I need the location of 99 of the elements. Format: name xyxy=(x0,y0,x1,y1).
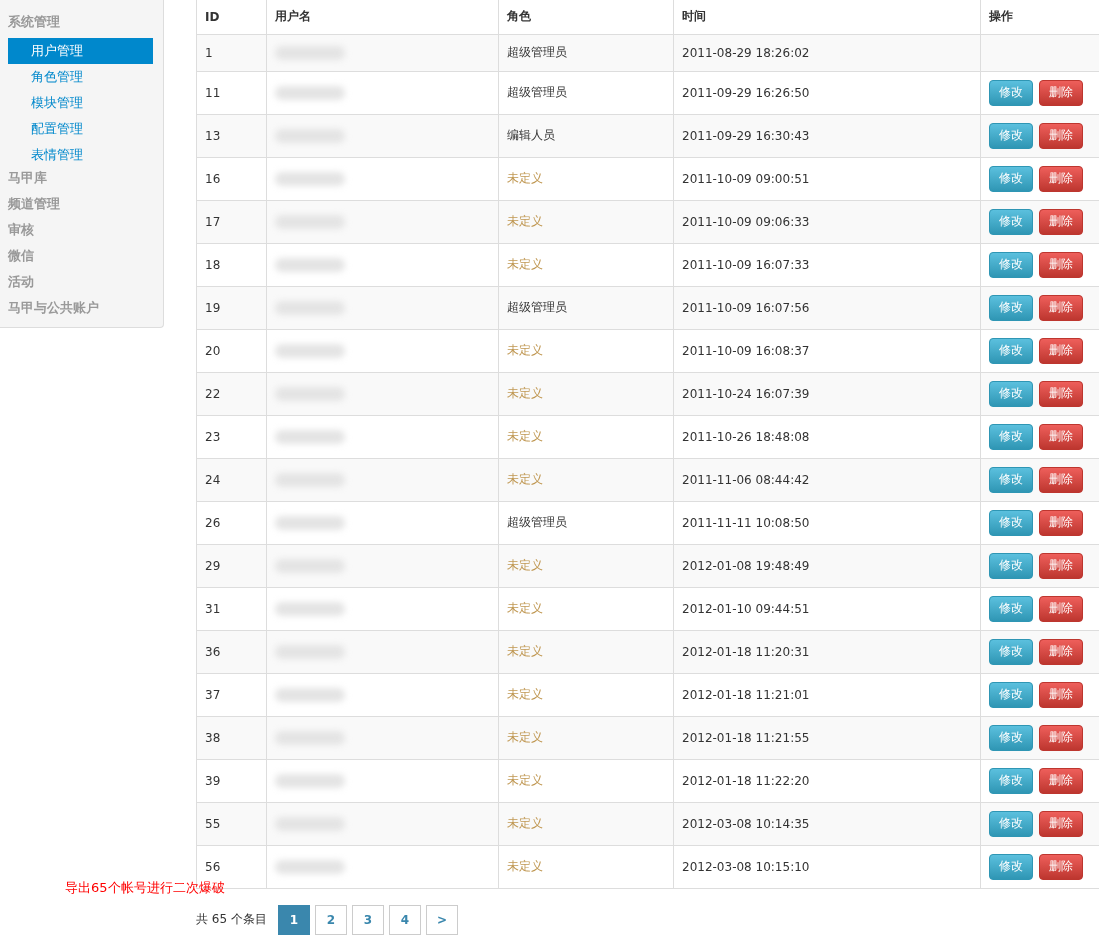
table-cell: 未定义 xyxy=(498,544,674,587)
delete-button[interactable]: 删除 xyxy=(1039,337,1083,364)
edit-button[interactable]: 修改 xyxy=(989,681,1033,708)
sidebar-item[interactable]: 用户管理 xyxy=(8,38,153,64)
table-cell: 编辑人员 xyxy=(498,114,674,157)
delete-button[interactable]: 删除 xyxy=(1039,509,1083,536)
delete-button[interactable]: 删除 xyxy=(1039,724,1083,751)
table-cell: 36 xyxy=(196,630,267,673)
sidebar-group-label[interactable]: 系统管理 xyxy=(0,12,163,38)
delete-button[interactable]: 删除 xyxy=(1039,423,1083,450)
edit-button[interactable]: 修改 xyxy=(989,251,1033,278)
blurred-username xyxy=(275,343,345,358)
table-cell: 22 xyxy=(196,372,267,415)
table-cell: 2012-01-08 19:48:49 xyxy=(673,544,981,587)
page-button[interactable]: 4 xyxy=(388,904,421,935)
table-cell: 未定义 xyxy=(498,802,674,845)
table-cell: 2011-10-09 09:06:33 xyxy=(673,200,981,243)
blurred-username xyxy=(275,257,345,272)
edit-button[interactable]: 修改 xyxy=(989,79,1033,106)
blurred-username xyxy=(275,515,345,530)
sidebar-group-label[interactable]: 频道管理 xyxy=(0,194,163,220)
edit-button[interactable]: 修改 xyxy=(989,337,1033,364)
delete-button[interactable]: 删除 xyxy=(1039,380,1083,407)
delete-button[interactable]: 删除 xyxy=(1039,681,1083,708)
table-cell: 2011-11-06 08:44:42 xyxy=(673,458,981,501)
sidebar-group-label[interactable]: 微信 xyxy=(0,246,163,272)
delete-button[interactable]: 删除 xyxy=(1039,294,1083,321)
delete-button[interactable]: 删除 xyxy=(1039,122,1083,149)
table-cell: 38 xyxy=(196,716,267,759)
page-button[interactable]: 2 xyxy=(314,904,347,935)
page-button[interactable]: 1 xyxy=(277,904,310,935)
table-cell: 55 xyxy=(196,802,267,845)
table-cell: 2011-09-29 16:30:43 xyxy=(673,114,981,157)
table-cell: 29 xyxy=(196,544,267,587)
blurred-username xyxy=(275,687,345,702)
blurred-username xyxy=(275,171,345,186)
delete-button[interactable]: 删除 xyxy=(1039,767,1083,794)
delete-button[interactable]: 删除 xyxy=(1039,638,1083,665)
sidebar-item[interactable]: 配置管理 xyxy=(8,116,153,142)
edit-button[interactable]: 修改 xyxy=(989,595,1033,622)
table-cell: 超级管理员 xyxy=(498,286,674,329)
table-cell: 2012-01-18 11:21:55 xyxy=(673,716,981,759)
sidebar-group-label[interactable]: 马甲库 xyxy=(0,168,163,194)
table-cell: 1 xyxy=(196,34,267,71)
table-cell: 2012-03-08 10:15:10 xyxy=(673,845,981,888)
sidebar-item[interactable]: 表情管理 xyxy=(8,142,153,168)
table-cell: 2011-10-24 16:07:39 xyxy=(673,372,981,415)
edit-button[interactable]: 修改 xyxy=(989,208,1033,235)
table-cell: 未定义 xyxy=(498,372,674,415)
delete-button[interactable]: 删除 xyxy=(1039,595,1083,622)
sidebar-item[interactable]: 角色管理 xyxy=(8,64,153,90)
delete-button[interactable]: 删除 xyxy=(1039,466,1083,493)
table-cell: 未定义 xyxy=(498,716,674,759)
page-button[interactable]: 3 xyxy=(351,904,384,935)
delete-button[interactable]: 删除 xyxy=(1039,208,1083,235)
table-cell: 2012-01-18 11:20:31 xyxy=(673,630,981,673)
edit-button[interactable]: 修改 xyxy=(989,853,1033,880)
sidebar-group-label[interactable]: 马甲与公共账户 xyxy=(0,298,163,324)
delete-button[interactable]: 删除 xyxy=(1039,165,1083,192)
edit-button[interactable]: 修改 xyxy=(989,466,1033,493)
table-cell: 24 xyxy=(196,458,267,501)
edit-button[interactable]: 修改 xyxy=(989,509,1033,536)
table-cell: 未定义 xyxy=(498,845,674,888)
edit-button[interactable]: 修改 xyxy=(989,165,1033,192)
edit-button[interactable]: 修改 xyxy=(989,423,1033,450)
edit-button[interactable]: 修改 xyxy=(989,552,1033,579)
table-cell: 13 xyxy=(196,114,267,157)
table-cell: 2011-10-09 16:07:56 xyxy=(673,286,981,329)
delete-button[interactable]: 删除 xyxy=(1039,251,1083,278)
item-count: 共 65 个条目 xyxy=(196,911,267,928)
edit-button[interactable]: 修改 xyxy=(989,767,1033,794)
sidebar-group-label[interactable]: 审核 xyxy=(0,220,163,246)
table-cell: 19 xyxy=(196,286,267,329)
table-cell: 2011-08-29 18:26:02 xyxy=(673,34,981,71)
table-cell: 未定义 xyxy=(498,630,674,673)
blurred-username xyxy=(275,429,345,444)
edit-button[interactable]: 修改 xyxy=(989,810,1033,837)
table-cell: 17 xyxy=(196,200,267,243)
delete-button[interactable]: 删除 xyxy=(1039,552,1083,579)
edit-button[interactable]: 修改 xyxy=(989,380,1033,407)
edit-button[interactable]: 修改 xyxy=(989,122,1033,149)
blurred-username xyxy=(275,601,345,616)
blurred-username xyxy=(275,85,345,100)
blurred-username xyxy=(275,859,345,874)
delete-button[interactable]: 删除 xyxy=(1039,853,1083,880)
table-cell: 未定义 xyxy=(498,200,674,243)
sidebar-item[interactable]: 模块管理 xyxy=(8,90,153,116)
annotation-text: 导出65个帐号进行二次爆破 xyxy=(65,879,225,897)
sidebar-group-label[interactable]: 活动 xyxy=(0,272,163,298)
delete-button[interactable]: 删除 xyxy=(1039,79,1083,106)
delete-button[interactable]: 删除 xyxy=(1039,810,1083,837)
edit-button[interactable]: 修改 xyxy=(989,638,1033,665)
page-button[interactable]: > xyxy=(425,904,458,935)
edit-button[interactable]: 修改 xyxy=(989,724,1033,751)
table-cell: 超级管理员 xyxy=(498,34,674,71)
table-cell: 未定义 xyxy=(498,458,674,501)
blurred-username xyxy=(275,773,345,788)
edit-button[interactable]: 修改 xyxy=(989,294,1033,321)
table-cell: 2012-03-08 10:14:35 xyxy=(673,802,981,845)
